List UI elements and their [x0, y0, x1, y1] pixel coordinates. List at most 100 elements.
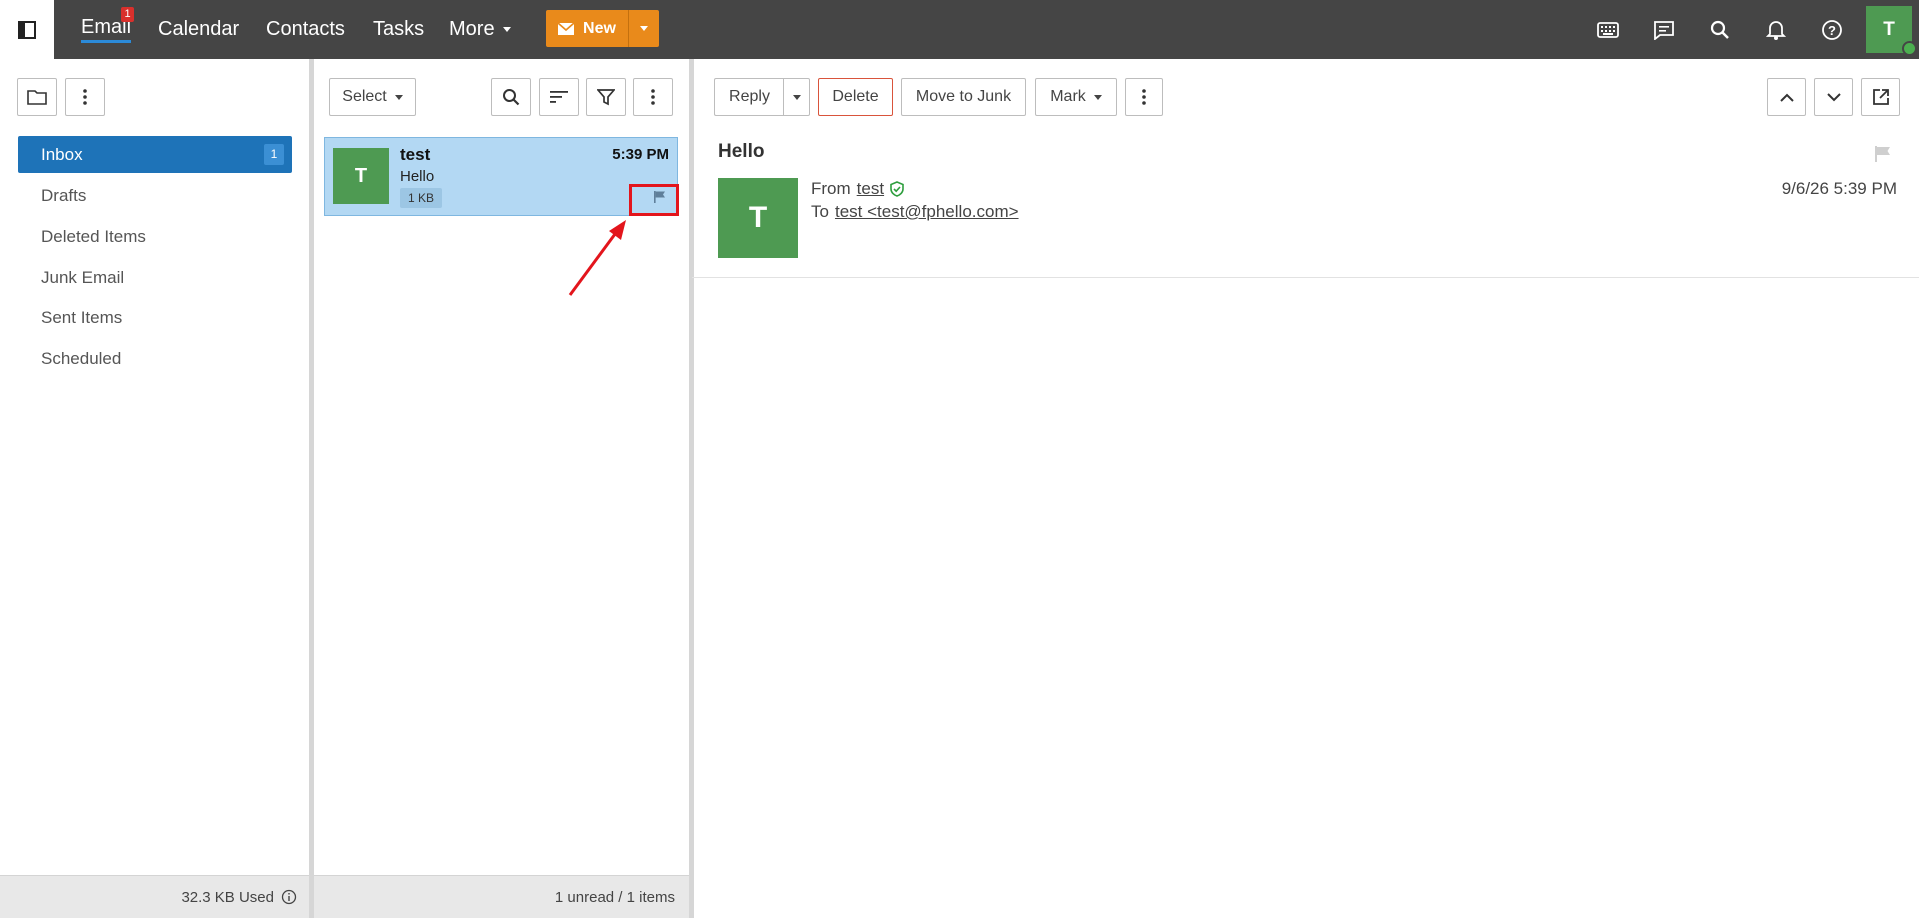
to-recipient-link[interactable]: test <test@fphello.com>	[835, 202, 1019, 222]
nav-calendar-label: Calendar	[158, 18, 240, 40]
mark-label: Mark	[1050, 88, 1086, 105]
folder-sent-items[interactable]: Sent Items	[18, 299, 292, 336]
folder-drafts[interactable]: Drafts	[18, 177, 292, 214]
message-sender: test	[400, 145, 431, 164]
chevron-down-icon	[1826, 92, 1841, 101]
list-footer: 1 unread / 1 items	[314, 875, 690, 918]
chevron-up-icon	[1779, 93, 1794, 102]
nav-tasks[interactable]: Tasks	[373, 0, 424, 59]
help-icon[interactable]: ?	[1810, 0, 1854, 59]
reading-subject: Hello	[718, 141, 765, 162]
reading-more-button[interactable]	[1125, 78, 1163, 116]
message-time: 5:39 PM	[612, 146, 669, 163]
next-message-button[interactable]	[1814, 78, 1853, 116]
nav-contacts[interactable]: Contacts	[266, 0, 345, 59]
to-line: To test <test@fphello.com>	[811, 202, 1019, 222]
verified-shield-icon	[890, 181, 904, 197]
unread-count-text: 1 unread / 1 items	[554, 888, 675, 906]
previous-message-button[interactable]	[1767, 78, 1806, 116]
pop-out-button[interactable]	[1861, 78, 1900, 116]
folder-icon	[27, 90, 47, 105]
keyboard-icon[interactable]	[1586, 0, 1630, 59]
folder-junk-email[interactable]: Junk Email	[18, 259, 292, 296]
list-more-button[interactable]	[633, 78, 673, 116]
mark-dropdown-button[interactable]: Mark	[1035, 78, 1117, 116]
folder-deleted-label: Deleted Items	[41, 226, 146, 246]
list-pane-divider[interactable]	[689, 59, 694, 918]
chat-icon[interactable]	[1642, 0, 1686, 59]
new-dropdown-button[interactable]	[628, 10, 659, 47]
filter-icon	[597, 89, 615, 106]
user-avatar[interactable]: T	[1866, 6, 1917, 56]
folder-sent-label: Sent Items	[41, 307, 123, 327]
sort-button[interactable]	[539, 78, 579, 116]
folder-deleted-items[interactable]: Deleted Items	[18, 218, 292, 255]
to-label: To	[811, 202, 829, 221]
reply-dropdown-button[interactable]	[783, 78, 810, 116]
move-to-junk-label: Move to Junk	[915, 88, 1012, 105]
folder-inbox-label: Inbox	[41, 144, 83, 164]
message-size-badge: 1 KB	[400, 188, 443, 208]
message-list-item[interactable]: T test 5:39 PM Hello 1 KB	[324, 137, 678, 216]
nav-more-label: More	[449, 18, 495, 40]
header-divider	[692, 277, 1919, 278]
new-button-label: New	[583, 19, 616, 37]
user-initial: T	[1883, 18, 1895, 40]
annotation-arrow	[568, 220, 626, 296]
caret-down-icon	[394, 94, 403, 100]
folder-inbox[interactable]: Inbox 1	[18, 136, 292, 173]
nav-tasks-label: Tasks	[373, 18, 425, 40]
online-status-dot	[1902, 41, 1917, 56]
delete-button[interactable]: Delete	[818, 78, 893, 116]
top-bar: Email 1 Calendar Contacts Tasks More New…	[0, 0, 1919, 59]
search-icon	[503, 89, 520, 106]
sender-avatar: T	[333, 148, 389, 204]
search-icon[interactable]	[1698, 0, 1742, 59]
external-link-icon	[1872, 89, 1889, 105]
storage-used-text: 32.3 KB Used	[181, 888, 274, 906]
folder-button[interactable]	[17, 78, 57, 116]
sort-icon	[550, 91, 568, 103]
select-label: Select	[342, 88, 387, 105]
reply-button[interactable]: Reply	[714, 78, 784, 116]
folder-drafts-label: Drafts	[41, 185, 87, 205]
inbox-count-badge: 1	[264, 144, 284, 165]
delete-label: Delete	[832, 88, 879, 105]
nav-email[interactable]: Email 1	[81, 0, 134, 59]
info-icon[interactable]	[281, 889, 297, 905]
list-search-button[interactable]	[491, 78, 531, 116]
sender-avatar: T	[718, 178, 798, 258]
svg-text:?: ?	[1828, 23, 1836, 38]
reply-label: Reply	[729, 88, 770, 105]
filter-button[interactable]	[586, 78, 626, 116]
nav-more[interactable]: More	[449, 0, 511, 59]
caret-down-icon	[1093, 94, 1102, 100]
caret-down-icon	[792, 94, 801, 100]
new-email-button[interactable]: New	[546, 10, 659, 47]
from-line: From test	[811, 179, 904, 199]
from-label: From	[811, 179, 851, 198]
from-sender-link[interactable]: test	[857, 179, 884, 199]
folder-junk-label: Junk Email	[41, 267, 125, 287]
chevron-down-icon	[502, 27, 511, 32]
more-vertical-icon	[1142, 89, 1146, 105]
more-vertical-icon	[651, 89, 655, 105]
select-dropdown-button[interactable]: Select	[329, 78, 416, 116]
folder-scheduled[interactable]: Scheduled	[18, 340, 292, 377]
message-subject: Hello	[400, 168, 435, 185]
storage-footer: 32.3 KB Used	[0, 875, 309, 918]
flag-icon[interactable]	[1874, 145, 1892, 168]
folder-more-button[interactable]	[65, 78, 105, 116]
email-unread-badge: 1	[121, 7, 134, 22]
move-to-junk-button[interactable]: Move to Junk	[901, 78, 1026, 116]
caret-down-icon	[640, 26, 648, 31]
folder-scheduled-label: Scheduled	[41, 348, 122, 368]
new-main-button[interactable]: New	[546, 10, 628, 47]
message-date: 9/6/26 5:39 PM	[1781, 179, 1897, 198]
nav-calendar[interactable]: Calendar	[158, 0, 239, 59]
folder-pane-divider[interactable]	[309, 59, 314, 918]
more-vertical-icon	[83, 89, 87, 105]
bell-icon[interactable]	[1754, 0, 1798, 59]
envelope-icon	[558, 22, 575, 35]
sidebar-toggle-icon[interactable]	[0, 0, 54, 59]
